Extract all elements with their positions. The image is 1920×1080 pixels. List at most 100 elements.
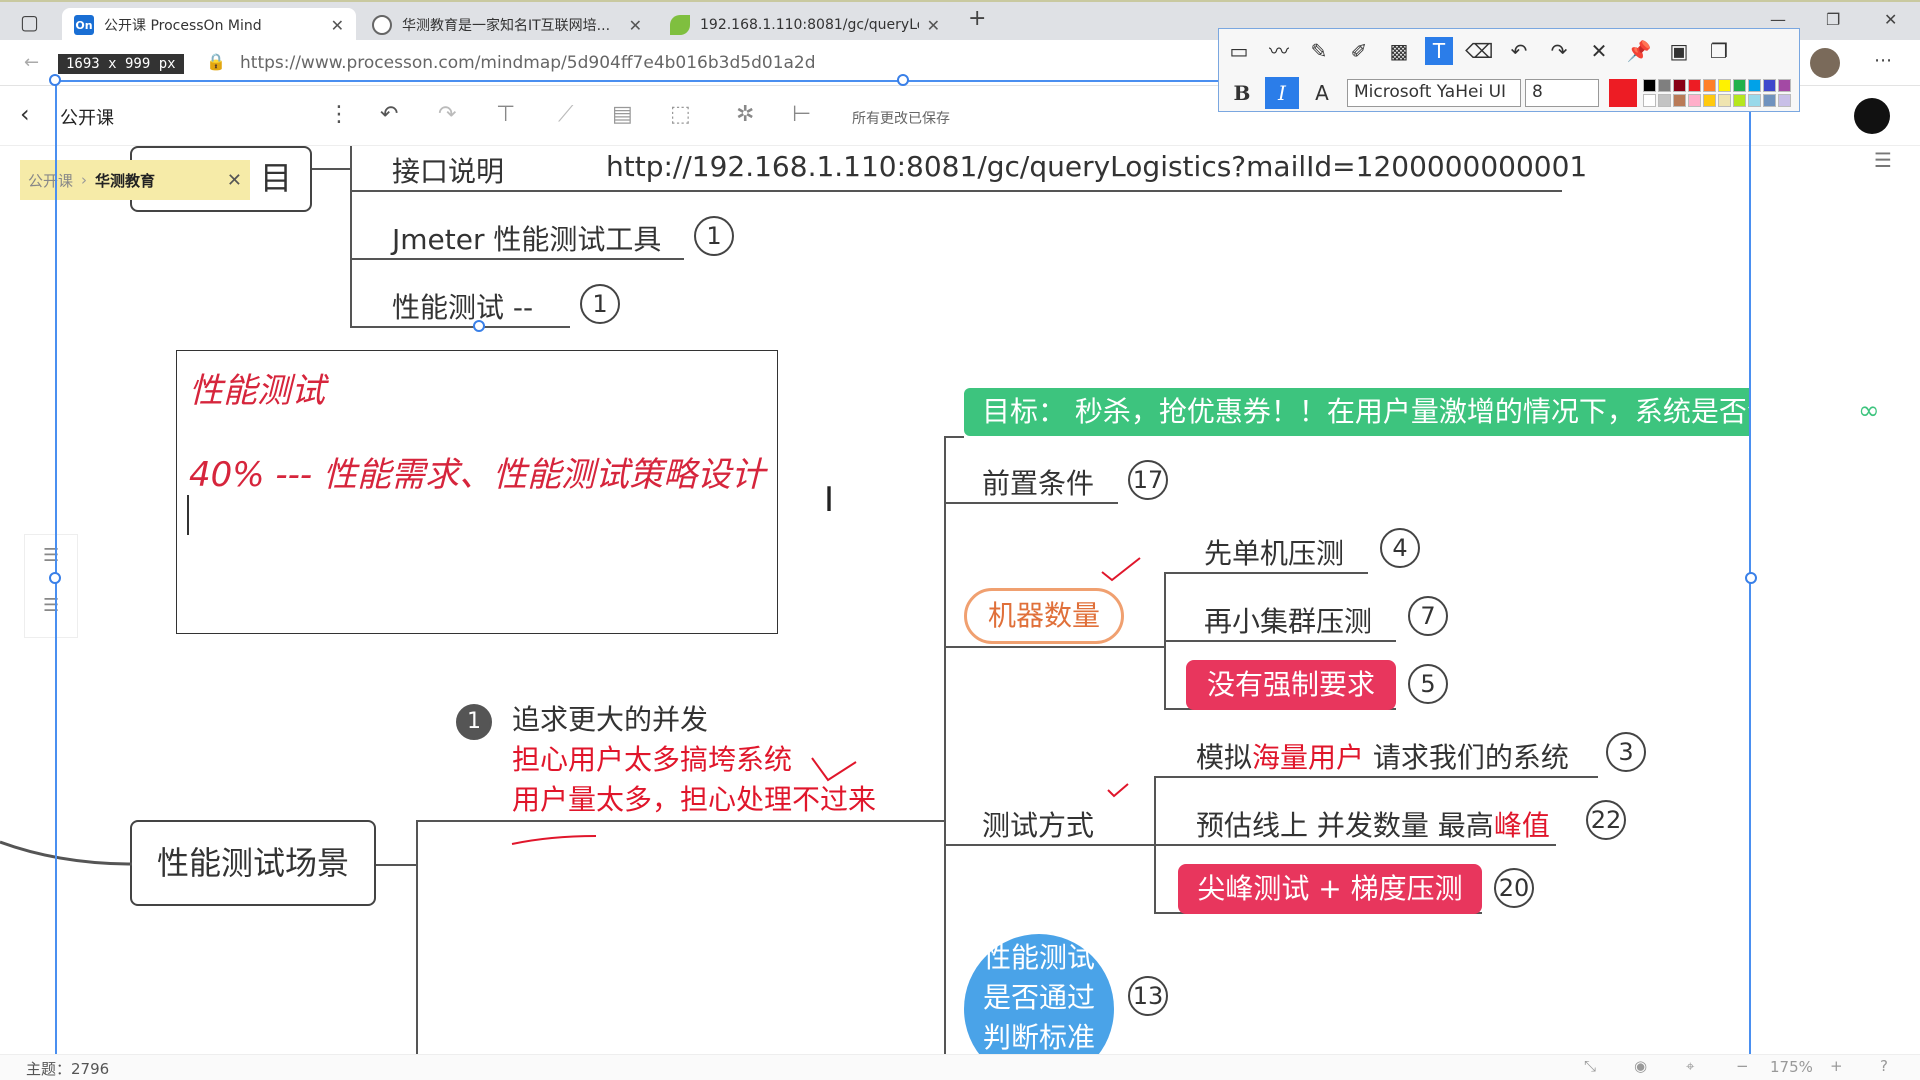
- color-swatch[interactable]: [1778, 79, 1791, 92]
- color-swatch[interactable]: [1748, 94, 1761, 107]
- collapse-count-badge[interactable]: 17: [1128, 460, 1168, 500]
- color-swatch[interactable]: [1748, 79, 1761, 92]
- resize-handle[interactable]: [897, 74, 909, 86]
- close-tab-icon[interactable]: ✕: [629, 16, 642, 35]
- link-icon[interactable]: ∞: [1858, 396, 1880, 426]
- close-tab-icon[interactable]: ✕: [927, 16, 940, 35]
- color-swatch[interactable]: [1778, 94, 1791, 107]
- collapse-count-badge[interactable]: 4: [1380, 528, 1420, 568]
- collapse-count-badge[interactable]: 5: [1408, 664, 1448, 704]
- font-family-select[interactable]: Microsoft YaHei UI: [1347, 79, 1521, 107]
- undo-icon[interactable]: ↶: [380, 102, 398, 127]
- collapse-count-badge[interactable]: 22: [1586, 800, 1626, 840]
- topic-jmeter[interactable]: Jmeter 性能测试工具: [392, 218, 661, 258]
- back-arrow-icon[interactable]: ‹: [20, 100, 30, 128]
- italic-button[interactable]: I: [1265, 77, 1299, 109]
- resize-handle[interactable]: [473, 320, 485, 332]
- text-tool-icon[interactable]: T: [1425, 37, 1453, 65]
- close-tab-icon[interactable]: ✕: [331, 16, 344, 35]
- color-swatch[interactable]: [1688, 79, 1701, 92]
- color-swatch[interactable]: [1703, 94, 1716, 107]
- format-painter-icon[interactable]: ⊤: [496, 102, 515, 127]
- topic-estimate[interactable]: 预估线上 并发数量 最高峰值: [1196, 804, 1550, 844]
- lock-icon[interactable]: 🔒: [206, 52, 226, 71]
- color-swatch[interactable]: [1643, 94, 1656, 107]
- topic-test-method[interactable]: 测试方式: [982, 804, 1094, 844]
- close-icon[interactable]: ✕: [1585, 37, 1613, 65]
- magic-icon[interactable]: ✲: [736, 102, 754, 127]
- profile-avatar[interactable]: [1810, 48, 1840, 78]
- save-icon[interactable]: ▣: [1665, 37, 1693, 65]
- collapse-count-badge[interactable]: 13: [1128, 976, 1168, 1016]
- more-vertical-icon[interactable]: ⋮: [328, 102, 350, 127]
- topic-simulate[interactable]: 模拟海量用户 请求我们的系统: [1196, 736, 1569, 776]
- pen-tool-icon[interactable]: ✎: [1305, 37, 1333, 65]
- topic-interface[interactable]: 接口说明: [392, 150, 504, 190]
- color-swatch[interactable]: [1658, 94, 1671, 107]
- close-window-button[interactable]: ✕: [1884, 10, 1897, 29]
- style-icon[interactable]: ⟋: [558, 102, 573, 127]
- zoom-out-icon[interactable]: −: [1736, 1057, 1749, 1075]
- mosaic-tool-icon[interactable]: ▩: [1385, 37, 1413, 65]
- more-menu-icon[interactable]: ⋯: [1874, 50, 1892, 71]
- color-swatch[interactable]: [1643, 79, 1656, 92]
- topic-peak-test[interactable]: 尖峰测试 + 梯度压测: [1178, 864, 1482, 914]
- collapse-count-badge[interactable]: 3: [1606, 732, 1646, 772]
- color-swatch[interactable]: [1673, 79, 1686, 92]
- goal-node[interactable]: 目标： 秒杀，抢优惠券！！在用户量激增的情况下，系统是否会崩溃: [964, 388, 1750, 436]
- minimize-button[interactable]: —: [1770, 10, 1786, 29]
- color-swatch[interactable]: [1703, 79, 1716, 92]
- user-avatar[interactable]: [1854, 98, 1890, 134]
- redo-icon[interactable]: ↷: [1545, 37, 1573, 65]
- color-swatch[interactable]: [1733, 94, 1746, 107]
- bold-button[interactable]: B: [1225, 77, 1259, 109]
- close-icon[interactable]: ✕: [227, 170, 242, 191]
- structure-icon[interactable]: ⊢: [792, 102, 811, 127]
- frame-icon[interactable]: ⬚: [670, 102, 691, 127]
- help-icon[interactable]: ?: [1880, 1057, 1888, 1075]
- rectangle-tool-icon[interactable]: ▭: [1225, 37, 1253, 65]
- topic-small-cluster[interactable]: 再小集群压测: [1204, 600, 1372, 640]
- redo-icon[interactable]: ↷: [438, 102, 456, 127]
- collapse-count-badge[interactable]: 7: [1408, 596, 1448, 636]
- restore-button[interactable]: ❐: [1826, 10, 1840, 29]
- topic-precondition[interactable]: 前置条件: [982, 462, 1094, 502]
- topic-single-machine[interactable]: 先单机压测: [1204, 532, 1344, 572]
- resize-handle[interactable]: [49, 572, 61, 584]
- font-style-button[interactable]: A: [1305, 77, 1339, 109]
- list-icon[interactable]: ☰: [43, 595, 59, 616]
- color-swatch[interactable]: [1718, 94, 1731, 107]
- collapse-count-badge[interactable]: 1: [580, 284, 620, 324]
- undo-icon[interactable]: ↶: [1505, 37, 1533, 65]
- color-swatch[interactable]: [1688, 94, 1701, 107]
- collapse-count-badge[interactable]: 1: [694, 216, 734, 256]
- color-swatch[interactable]: [1763, 79, 1776, 92]
- breadcrumb-item[interactable]: 华测教育: [95, 170, 155, 191]
- color-swatch[interactable]: [1673, 94, 1686, 107]
- scene-node[interactable]: 性能测试场景: [130, 820, 376, 906]
- location-icon[interactable]: ⌖: [1686, 1057, 1694, 1075]
- tab-processon[interactable]: On 公开课 ProcessOn Mind ✕: [62, 8, 356, 42]
- topic-no-requirement[interactable]: 没有强制要求: [1186, 660, 1396, 710]
- tab-list-icon[interactable]: ▢: [20, 10, 39, 34]
- fullscreen-icon[interactable]: ⤡: [1584, 1057, 1596, 1075]
- topic-perf-test[interactable]: 性能测试 --: [392, 286, 533, 326]
- color-swatch[interactable]: [1658, 79, 1671, 92]
- tab-querylogistics[interactable]: 192.168.1.110:8081/gc/queryLo... ✕: [658, 8, 952, 42]
- breadcrumb-item[interactable]: 公开课: [28, 170, 73, 191]
- back-icon[interactable]: ←: [24, 52, 39, 73]
- settings-panel-icon[interactable]: ☰: [1874, 148, 1892, 172]
- marker-tool-icon[interactable]: ✐: [1345, 37, 1373, 65]
- color-swatch[interactable]: [1718, 79, 1731, 92]
- pin-icon[interactable]: 📌: [1625, 37, 1653, 65]
- color-swatch[interactable]: [1733, 79, 1746, 92]
- annotation-textbox[interactable]: 性能测试 40% --- 性能需求、性能测试策略设计: [176, 350, 778, 634]
- eraser-tool-icon[interactable]: ⌫: [1465, 37, 1493, 65]
- line-tool-icon[interactable]: 〰: [1265, 37, 1293, 65]
- outline-icon[interactable]: ☰: [43, 545, 59, 566]
- resize-handle[interactable]: [49, 74, 61, 86]
- collapse-count-badge[interactable]: 20: [1494, 868, 1534, 908]
- doc-title[interactable]: 公开课: [60, 104, 114, 130]
- tab-huace[interactable]: 华测教育是一家知名IT互联网培... ✕: [360, 8, 654, 42]
- copy-icon[interactable]: ❐: [1705, 37, 1733, 65]
